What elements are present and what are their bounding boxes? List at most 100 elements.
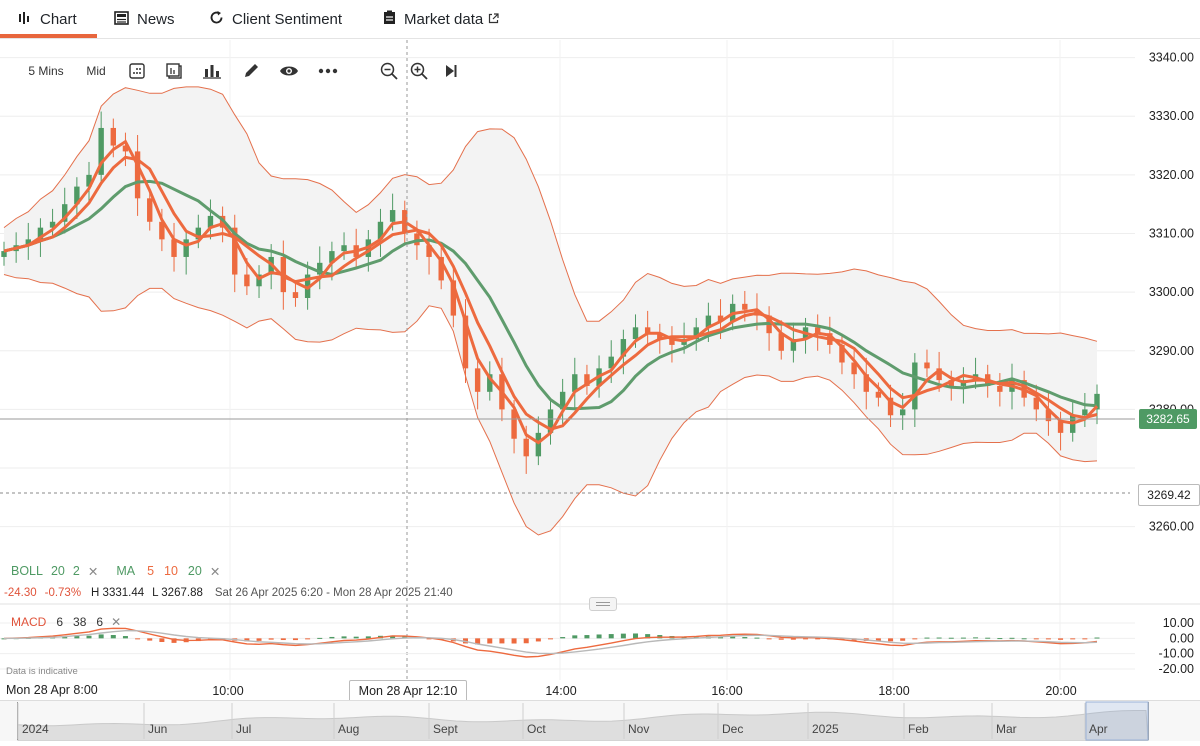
navigator-label: Jun	[148, 722, 167, 736]
macd-histogram-bar	[973, 637, 979, 639]
navigator-label: Apr	[1089, 722, 1108, 736]
macd-histogram-bar	[317, 637, 323, 639]
tab-market-data-label: Market data	[404, 10, 484, 28]
price-axis-label: 3330.00	[1149, 109, 1194, 123]
tab-news-label: News	[137, 10, 175, 28]
tab-client-sentiment[interactable]: Client Sentiment	[209, 0, 342, 38]
more-options-icon[interactable]	[316, 58, 340, 84]
navigator-label: Aug	[338, 722, 359, 736]
range-navigator[interactable]: 2024 Jun Jul Aug Sept Oct Nov Dec 2025 Feb Mar Apr	[0, 700, 1200, 742]
draw-pencil-icon[interactable]	[240, 58, 262, 84]
macd-histogram-bar	[912, 638, 918, 640]
macd-histogram-bar	[742, 637, 748, 639]
navigator-minimap[interactable]: 2024 Jun Jul Aug Sept Oct Nov Dec 2025 Feb Mar Apr	[0, 701, 1200, 742]
boll-deviation: 2	[72, 564, 80, 578]
time-axis-label: 18:00	[878, 684, 909, 698]
refresh-icon	[209, 10, 224, 28]
macd-signal: 6	[96, 615, 104, 629]
macd-histogram-bar	[1082, 638, 1088, 640]
price-stats: -24.30 -0.73% H 3331.44 L 3267.88 Sat 26…	[4, 585, 453, 601]
macd-histogram-bar	[535, 638, 541, 642]
navigator-label: Feb	[908, 722, 929, 736]
macd-histogram-bar	[548, 638, 553, 640]
time-axis-label: 10:00	[212, 684, 243, 698]
navigator-label: Nov	[628, 722, 649, 736]
price-axis-label: 3340.00	[1149, 51, 1194, 65]
navigator-label: Mar	[996, 722, 1017, 736]
navigator-label: Dec	[722, 722, 743, 736]
macd-histogram-bar	[159, 638, 165, 643]
macd-histogram-bar	[511, 638, 517, 644]
ma-label[interactable]: MA	[116, 564, 135, 578]
newspaper-icon	[114, 10, 129, 28]
indicative-note: Data is indicative	[6, 666, 78, 677]
visibility-eye-icon[interactable]	[277, 58, 301, 84]
macd-label[interactable]: MACD	[11, 615, 46, 629]
tab-news[interactable]: News	[114, 0, 175, 38]
price-axis-label: 3300.00	[1149, 285, 1194, 299]
macd-histogram-bar	[280, 638, 286, 641]
navigator-label: Sept	[433, 722, 458, 736]
time-axis-label: 16:00	[711, 684, 742, 698]
macd-histogram-bar	[948, 637, 954, 639]
tab-chart-label: Chart	[40, 10, 77, 28]
date-range: Sat 26 Apr 2025 6:20 - Mon 28 Apr 2025 2…	[214, 587, 453, 599]
remove-macd-close-icon[interactable]: ✕	[111, 615, 121, 629]
time-axis-label: 14:00	[545, 684, 576, 698]
tab-market-data[interactable]: Market data	[383, 0, 499, 38]
chart-area[interactable]: 3340.00 3330.00 3320.00 3310.00 3300.00 3290.…	[0, 38, 1200, 740]
macd-histogram-bar	[960, 637, 966, 639]
macd-histogram-bar	[985, 637, 991, 639]
macd-histogram-bar	[596, 634, 602, 639]
zoom-out-icon[interactable]	[378, 58, 400, 84]
macd-histogram-bar	[341, 636, 347, 639]
macd-histogram-bar	[86, 635, 92, 639]
macd-histogram-bar	[560, 637, 566, 639]
macd-histogram-bar	[1021, 638, 1027, 640]
price-axis-label: 3290.00	[1149, 344, 1194, 358]
navigator-label: Oct	[527, 722, 546, 736]
macd-histogram-bar	[122, 636, 128, 639]
macd-histogram-bar	[305, 638, 311, 640]
crosshair-price-tag: 3269.42	[1138, 484, 1200, 506]
boll-label[interactable]: BOLL	[11, 564, 43, 578]
clipboard-icon	[383, 10, 396, 28]
tab-client-sentiment-label: Client Sentiment	[232, 10, 343, 28]
remove-ma-close-icon[interactable]: ✕	[210, 564, 220, 579]
chart-type-icon[interactable]	[126, 58, 148, 84]
macd-histogram-bar	[353, 636, 359, 639]
interval-selector[interactable]: 5 Mins	[20, 58, 72, 84]
macd-histogram-bar	[329, 636, 335, 639]
macd-histogram-bar	[135, 638, 141, 640]
price-type-selector[interactable]: Mid	[80, 58, 112, 84]
ma-period-1: 5	[147, 564, 155, 578]
macd-legend: MACD 6 38 6 ✕	[0, 614, 121, 630]
macd-histogram-bar	[803, 638, 809, 640]
navigator-label: Jul	[236, 722, 251, 736]
ma-period-3: 20	[187, 564, 202, 578]
external-link-icon	[488, 11, 499, 28]
zoom-in-icon[interactable]	[408, 58, 430, 84]
macd-histogram-bar	[888, 638, 894, 642]
tab-bar: Chart News Client Sentiment Market data	[0, 0, 1200, 39]
tab-chart[interactable]: Chart	[18, 0, 77, 38]
macd-histogram-bar	[633, 633, 639, 639]
macd-histogram-bar	[98, 634, 104, 639]
layout-icon[interactable]	[164, 58, 186, 84]
boll-period: 20	[50, 564, 65, 578]
price-axis-label: 3310.00	[1149, 227, 1194, 241]
remove-boll-close-icon[interactable]: ✕	[88, 564, 98, 579]
scroll-to-latest-icon[interactable]	[440, 58, 462, 84]
macd-histogram-bar	[1058, 638, 1064, 640]
chart-toolbar: 5 Mins Mid	[0, 58, 520, 84]
macd-axis-label: -10.00	[1159, 647, 1194, 661]
macd-axis-label: -20.00	[1159, 662, 1194, 676]
indicators-icon[interactable]	[201, 58, 223, 84]
current-price-tag: 3282.65	[1139, 409, 1197, 429]
navigator-series	[17, 710, 1149, 742]
pane-resize-handle[interactable]	[589, 597, 617, 611]
macd-histogram-bar	[730, 636, 736, 639]
price-axis-label: 3260.00	[1149, 520, 1194, 534]
price-chart[interactable]: 3340.00 3330.00 3320.00 3310.00 3300.00 3290.…	[0, 38, 1200, 740]
indicator-legend: BOLL 20 2 ✕ MA 5 10 20 ✕	[0, 562, 520, 580]
